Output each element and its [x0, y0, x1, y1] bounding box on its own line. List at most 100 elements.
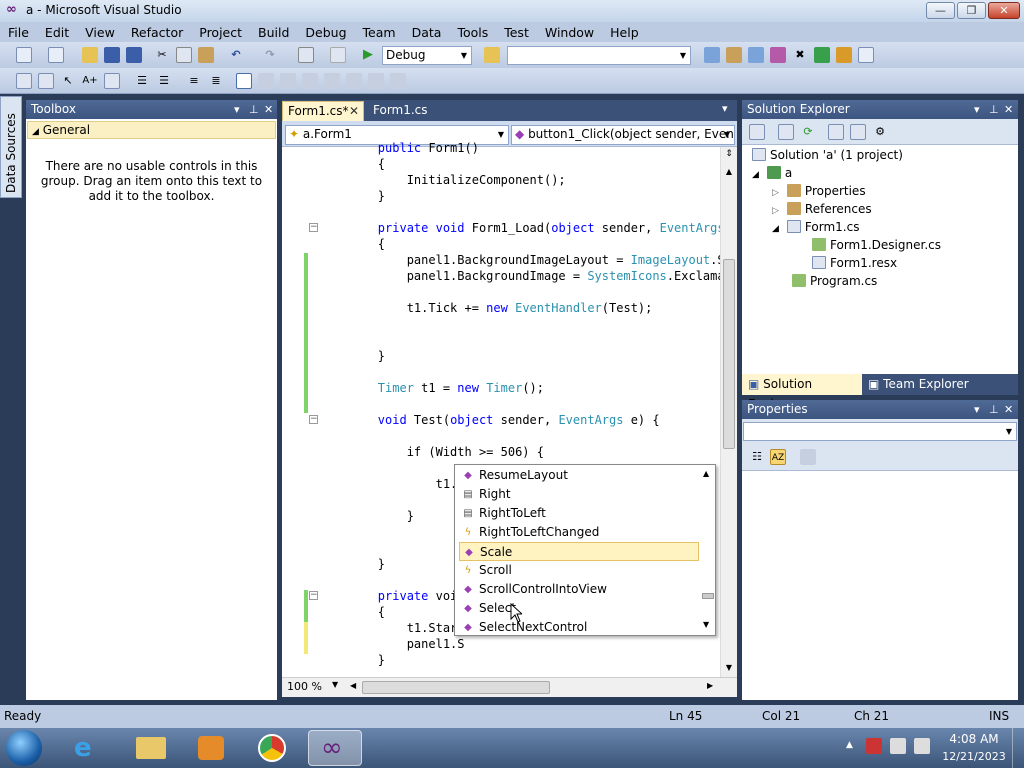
code-line[interactable]: }: [320, 508, 414, 524]
tree-node-form1-cs[interactable]: ◢ Form1.cs: [772, 218, 859, 238]
increase-indent-icon[interactable]: ☰: [134, 73, 150, 89]
paste-icon[interactable]: [198, 47, 214, 63]
menu-view[interactable]: View: [77, 25, 123, 40]
chevron-down-icon[interactable]: ▾: [722, 102, 728, 115]
tab-form1-design[interactable]: Form1.cs [Design]*: [368, 101, 488, 136]
previous-document-bookmark-icon[interactable]: [346, 73, 362, 89]
code-line[interactable]: }: [320, 348, 385, 364]
start-page-icon[interactable]: [814, 47, 830, 63]
next-document-bookmark-icon[interactable]: [368, 73, 384, 89]
alphabetical-icon[interactable]: AZ: [770, 449, 786, 465]
scroll-right-icon[interactable]: ▶: [707, 681, 713, 690]
tab-team-explorer[interactable]: ▣ Team Explorer: [864, 374, 984, 395]
menu-debug[interactable]: Debug: [297, 25, 354, 40]
code-line[interactable]: t1.Tick += new EventHandler(Test);: [320, 300, 653, 316]
navigate-forward-icon[interactable]: [330, 47, 346, 63]
start-button[interactable]: [6, 730, 42, 766]
pin-icon[interactable]: ⊥: [989, 100, 999, 119]
tree-node-project-a[interactable]: ◢ a: [752, 164, 792, 184]
collapse-icon[interactable]: −: [309, 223, 318, 232]
collapse-icon[interactable]: −: [309, 415, 318, 424]
next-bookmark-folder-icon[interactable]: [324, 73, 340, 89]
menu-tools[interactable]: Tools: [449, 25, 496, 40]
open-file-icon[interactable]: [82, 47, 98, 63]
toolbox-icon[interactable]: [770, 47, 786, 63]
intellisense-item[interactable]: ◆ Scale: [459, 542, 699, 561]
code-line[interactable]: {: [320, 156, 385, 172]
dropdown-icon[interactable]: ▾: [234, 100, 240, 119]
toggle-bookmark-icon[interactable]: [236, 73, 252, 89]
dropdown-icon[interactable]: ▾: [974, 400, 980, 419]
data-sources-side-tab[interactable]: Data Sources: [0, 96, 22, 198]
code-line[interactable]: panel1.BackgroundImage = SystemIcons.Exc…: [320, 268, 720, 284]
add-item-icon[interactable]: [48, 47, 64, 63]
intellisense-item[interactable]: ◆ ResumeLayout: [459, 466, 699, 485]
find-combo[interactable]: ▼: [507, 46, 691, 65]
code-line[interactable]: }: [320, 652, 385, 668]
menu-project[interactable]: Project: [191, 25, 250, 40]
cut-icon[interactable]: ✂: [154, 47, 170, 63]
view-code-icon[interactable]: [828, 124, 844, 140]
code-line[interactable]: private voi: [320, 588, 457, 604]
dropdown-icon[interactable]: ▾: [974, 100, 980, 119]
code-line[interactable]: }: [320, 556, 385, 572]
decrease-indent-icon[interactable]: [104, 73, 120, 89]
view-class-diagram-icon[interactable]: ⚙: [872, 124, 888, 140]
zoom-level[interactable]: 100 %: [287, 680, 322, 693]
tree-node-properties[interactable]: ▷ Properties: [772, 182, 866, 202]
scroll-left-icon[interactable]: ◀: [350, 681, 356, 690]
properties-icon[interactable]: [749, 124, 765, 140]
menu-help[interactable]: Help: [602, 25, 647, 40]
code-line[interactable]: {: [320, 236, 385, 252]
chrome-taskbar-button[interactable]: [246, 730, 300, 766]
menu-test[interactable]: Test: [496, 25, 537, 40]
horizontal-scrollbar-thumb[interactable]: [362, 681, 550, 694]
view-designer-icon[interactable]: [850, 124, 866, 140]
power-icon[interactable]: [890, 738, 906, 754]
save-all-icon[interactable]: [126, 47, 142, 63]
code-line[interactable]: panel1.BackgroundImageLayout = ImageLayo…: [320, 252, 720, 268]
intellisense-item[interactable]: ▤ Right: [459, 485, 699, 504]
tree-node-program-cs[interactable]: Program.cs: [792, 272, 877, 290]
clock-time[interactable]: 4:08 AM: [944, 732, 1004, 746]
properties-window-icon[interactable]: [726, 47, 742, 63]
clock-date[interactable]: 12/21/2023: [940, 750, 1008, 763]
previous-bookmark-icon[interactable]: [258, 73, 274, 89]
code-line[interactable]: }: [320, 188, 385, 204]
find-in-files-icon[interactable]: [484, 47, 500, 63]
tab-form1-cs[interactable]: Form1.cs* ✕: [282, 101, 364, 121]
display-parameter-info-icon[interactable]: [38, 73, 54, 89]
code-line[interactable]: }: [320, 668, 356, 670]
explorer-taskbar-button[interactable]: [124, 730, 178, 766]
code-line[interactable]: Timer t1 = new Timer();: [320, 380, 544, 396]
refresh-icon[interactable]: ⟳: [800, 124, 816, 140]
scrollbar-thumb[interactable]: [723, 259, 735, 449]
pin-icon[interactable]: ⊥: [249, 100, 259, 119]
outdent-icon[interactable]: ☰: [156, 73, 172, 89]
intellisense-item[interactable]: ϟ RightToLeftChanged: [459, 523, 699, 542]
show-desktop-button[interactable]: [1012, 728, 1024, 768]
display-object-member-list-icon[interactable]: [16, 73, 32, 89]
menu-refactor[interactable]: Refactor: [123, 25, 191, 40]
toolbox-group-general[interactable]: ◢ General: [27, 121, 276, 139]
code-line[interactable]: InitializeComponent();: [320, 172, 566, 188]
scrollbar-thumb[interactable]: [702, 593, 714, 599]
redo-icon[interactable]: ↷: [262, 47, 278, 63]
code-line[interactable]: private void Form1_Load(object sender, E…: [320, 220, 720, 236]
menu-build[interactable]: Build: [250, 25, 297, 40]
tab-solution-explorer[interactable]: ▣ Solution Explorer: [742, 374, 862, 411]
close-icon[interactable]: ✕: [264, 100, 273, 119]
tree-node-form1-resx[interactable]: Form1.resx: [812, 254, 897, 272]
network-icon[interactable]: [914, 738, 930, 754]
code-line[interactable]: public Form1(): [320, 140, 479, 156]
code-line[interactable]: panel1.S: [320, 636, 465, 652]
property-pages-icon[interactable]: [800, 449, 816, 465]
intellisense-item[interactable]: ◆ ScrollControlIntoView: [459, 580, 699, 599]
menu-file[interactable]: File: [0, 25, 37, 40]
navigate-backward-icon[interactable]: [298, 47, 314, 63]
solution-explorer-icon[interactable]: [704, 47, 720, 63]
categorized-icon[interactable]: ☷: [749, 449, 765, 465]
intellisense-popup[interactable]: ◆ ResumeLayout ▤ Right ▤ RightToLeft ϟ RightToL…: [454, 464, 716, 636]
new-project-icon[interactable]: [16, 47, 32, 63]
code-line[interactable]: if (Width >= 506) {: [320, 444, 544, 460]
